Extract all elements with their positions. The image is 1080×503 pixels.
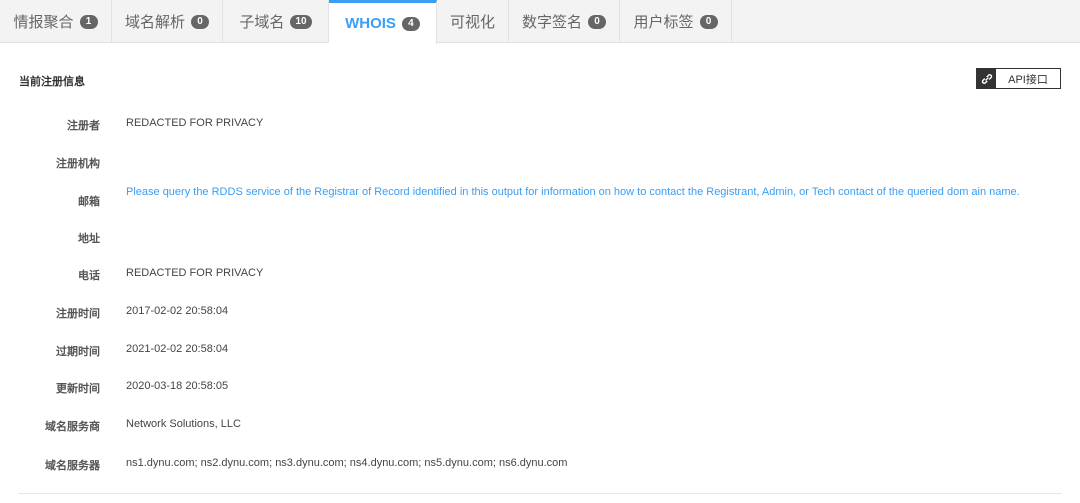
field-value: 2017-02-02 20:58:04 (126, 305, 229, 317)
tab-label: 情报聚合 (13, 14, 74, 31)
tab-intelligence[interactable]: 情报聚合 1 (0, 0, 112, 43)
api-button-label: API接口 (1008, 73, 1048, 86)
field-label: 域名服务器 (45, 460, 100, 472)
field-label: 域名服务商 (45, 421, 100, 433)
field-value: Network Solutions, LLC (126, 418, 241, 430)
tab-user-tags[interactable]: 用户标签 0 (620, 0, 732, 43)
field-label: 注册机构 (56, 158, 100, 170)
field-value: 2020-03-18 20:58:05 (126, 380, 229, 392)
field-label: 过期时间 (56, 346, 100, 358)
field-label: 邮箱 (78, 196, 100, 208)
tab-bar: 情报聚合 1 域名解析 0 子域名 10 WHOIS 4 可视化 数字签名 0 用户标签 0 (0, 0, 1080, 44)
tab-label: WHOIS (345, 15, 396, 32)
field-value: REDACTED FOR PRIVACY (126, 267, 264, 279)
tab-count-badge: 0 (699, 14, 718, 29)
tab-count-badge: 1 (79, 14, 98, 29)
field-value: REDACTED FOR PRIVACY (126, 117, 264, 129)
email-link[interactable]: Please query the RDDS service of the Reg… (126, 185, 1036, 200)
field-label: 注册时间 (56, 308, 100, 320)
divider (18, 493, 1062, 494)
tab-count-badge: 0 (191, 14, 209, 29)
field-value: 2021-02-02 20:58:04 (126, 343, 229, 355)
tab-whois[interactable]: WHOIS 4 (329, 0, 437, 44)
tab-count-badge: 4 (401, 16, 420, 31)
tab-count-badge: 10 (290, 14, 312, 29)
section-title: 当前注册信息 (19, 76, 85, 88)
tab-label: 可视化 (449, 14, 495, 31)
field-label: 电话 (78, 270, 100, 282)
tab-label: 子域名 (239, 14, 285, 31)
tab-count-badge: 0 (588, 14, 606, 29)
link-icon (977, 69, 996, 88)
field-label: 地址 (78, 233, 100, 245)
tab-visualization[interactable]: 可视化 (437, 0, 509, 43)
tab-label: 数字签名 (521, 14, 582, 31)
tab-digital-signature[interactable]: 数字签名 0 (509, 0, 620, 43)
tab-dns-resolution[interactable]: 域名解析 0 (112, 0, 223, 43)
tab-label: 用户标签 (633, 14, 694, 31)
field-label: 更新时间 (56, 383, 100, 395)
tab-subdomains[interactable]: 子域名 10 (223, 0, 329, 43)
field-label: 注册者 (67, 120, 100, 132)
field-value: ns1.dynu.com; ns2.dynu.com; ns3.dynu.com… (126, 457, 568, 469)
api-button[interactable]: API接口 (976, 68, 1061, 89)
tab-label: 域名解析 (124, 14, 185, 31)
